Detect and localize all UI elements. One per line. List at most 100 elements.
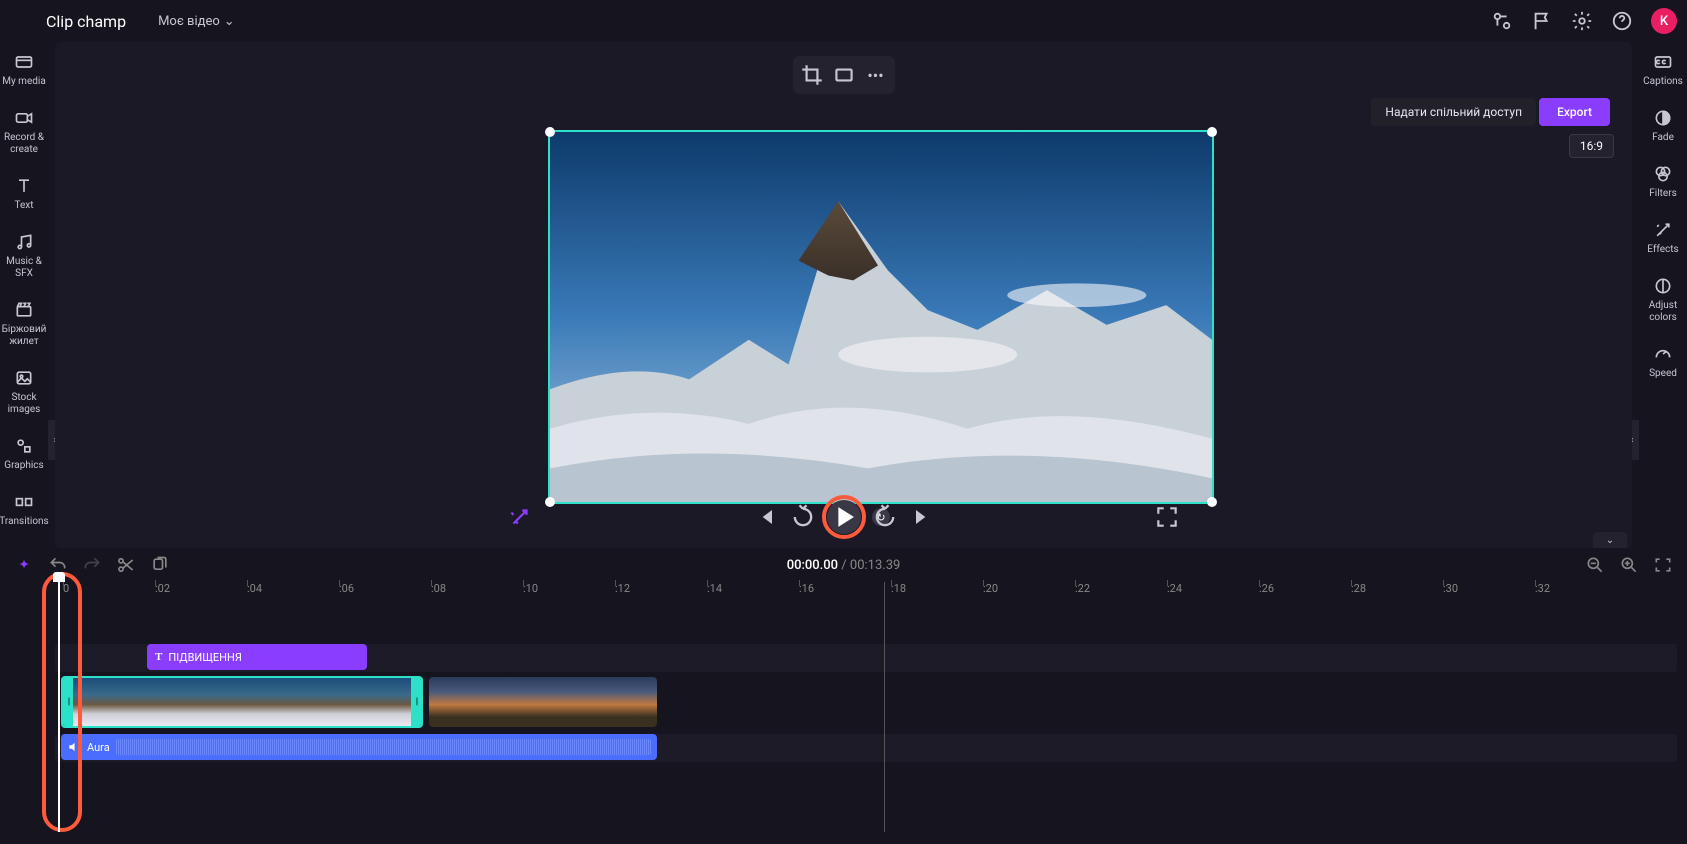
video-clip-2[interactable] (429, 677, 657, 727)
clip-trim-left[interactable]: || (63, 678, 73, 726)
media-icon (14, 52, 34, 72)
split-button[interactable] (116, 555, 136, 575)
audio-clip-label: Aura (87, 741, 110, 754)
ruler-tick: :14 (707, 582, 722, 595)
audio-clip[interactable]: Aura (61, 734, 657, 760)
header-left: Clip champ Моє відео ⌄ (10, 10, 235, 32)
text-track[interactable]: T ПІДВИЩЕННЯ (55, 644, 1677, 672)
fill-button[interactable] (831, 62, 857, 88)
aspect-ratio-button[interactable]: 16:9 (1569, 134, 1614, 158)
ruler-tick: 0 (63, 582, 69, 595)
ruler-tick: :22 (1075, 582, 1090, 595)
timeline-tracks: T ПІДВИЩЕННЯ || || Aura (55, 644, 1677, 844)
playback-controls (55, 500, 1632, 534)
timeline-toolbar-right (1585, 555, 1673, 575)
crop-button[interactable] (799, 62, 825, 88)
fit-timeline-button[interactable] (1653, 555, 1673, 575)
ruler-tick: :16 (799, 582, 814, 595)
ruler-tick: :30 (1443, 582, 1458, 595)
transitions-icon (14, 492, 34, 512)
timeline-toolbar: ✦ 00:00.00 / 00:13.39 (0, 548, 1687, 582)
video-preview[interactable] (548, 130, 1214, 504)
chevron-down-icon: ⌄ (224, 14, 235, 29)
play-highlight-ring (822, 495, 866, 539)
ruler-tick: :18 (891, 582, 906, 595)
sidebar-graphics[interactable]: Graphics (0, 430, 48, 478)
camera-icon (14, 108, 34, 128)
preview-content (550, 132, 1212, 502)
resize-handle-tl[interactable] (545, 127, 555, 137)
video-track[interactable]: || || (55, 676, 1677, 730)
sidebar-stock-images[interactable]: Stock images (0, 362, 48, 422)
sidebar-effects[interactable]: Effects (1639, 214, 1687, 262)
timeline-end-marker (884, 582, 885, 832)
speaker-icon (67, 740, 81, 754)
share-button[interactable]: Надати спільний доступ (1371, 98, 1536, 126)
app-launcher-icon[interactable] (10, 10, 32, 32)
filters-icon (1653, 164, 1673, 184)
sidebar-transitions[interactable]: Transitions (0, 486, 48, 534)
seek-back-button[interactable] (789, 503, 817, 531)
help-icon[interactable] (1611, 10, 1633, 32)
ruler-tick: :02 (155, 582, 170, 595)
clip-thumbnails (73, 678, 411, 726)
duplicate-button[interactable] (150, 555, 170, 575)
sidebar-adjust-colors[interactable]: Adjust colors (1639, 270, 1687, 330)
undo-button[interactable] (48, 555, 68, 575)
skip-start-button[interactable] (751, 503, 779, 531)
play-button[interactable] (827, 500, 861, 534)
sidebar-filters[interactable]: Filters (1639, 158, 1687, 206)
video-clip-1[interactable]: || || (61, 676, 423, 728)
ruler-tick: :04 (247, 582, 262, 595)
sidebar-stock-video[interactable]: Біржовий жилет (0, 294, 48, 354)
canvas-toolbar: ••• (793, 56, 895, 94)
clip-trim-right[interactable]: || (411, 678, 421, 726)
add-track-button[interactable]: ✦ (14, 555, 34, 575)
project-name-dropdown[interactable]: Моє відео ⌄ (158, 14, 235, 29)
header-right: K (1491, 8, 1677, 34)
timeline-ruler[interactable]: 0:02:04:06:08:10:12:14:16:18:20:22:24:26… (55, 582, 1677, 606)
text-icon (14, 176, 34, 196)
user-avatar[interactable]: K (1651, 8, 1677, 34)
sidebar-my-media[interactable]: My media (0, 46, 48, 94)
gauge-icon (1653, 344, 1673, 364)
brand-label: Clip champ (46, 12, 126, 31)
zoom-out-button[interactable] (1585, 555, 1605, 575)
ruler-tick: :12 (615, 582, 630, 595)
timeline-collapse-toggle[interactable]: ⌄ (1593, 532, 1627, 548)
sidebar-captions[interactable]: Captions (1639, 46, 1687, 94)
more-button[interactable]: ••• (863, 62, 889, 88)
skip-end-button[interactable] (909, 503, 937, 531)
music-icon (14, 232, 34, 252)
sidebar-text[interactable]: Text (0, 170, 48, 218)
ruler-tick: :26 (1259, 582, 1274, 595)
upgrade-icon[interactable] (1491, 10, 1513, 32)
seek-forward-button[interactable] (871, 503, 899, 531)
sidebar-record[interactable]: Record & create (0, 102, 48, 162)
audio-track[interactable]: Aura (55, 734, 1677, 762)
waveform (116, 739, 651, 755)
shapes-icon (14, 436, 34, 456)
left-sidebar: My media Record & create Text Music & SF… (0, 42, 48, 548)
export-button[interactable]: Export (1539, 98, 1610, 126)
project-name-text: Моє відео (158, 14, 220, 29)
ruler-tick: :10 (523, 582, 538, 595)
resize-handle-tr[interactable] (1207, 127, 1217, 137)
ruler-tick: :24 (1167, 582, 1182, 595)
image-icon (14, 368, 34, 388)
settings-icon[interactable] (1571, 10, 1593, 32)
timeline-area: ✦ 00:00.00 / 00:13.39 0:02:04:06:08:10:1… (0, 548, 1687, 832)
sidebar-fade[interactable]: Fade (1639, 102, 1687, 150)
ruler-tick: :06 (339, 582, 354, 595)
zoom-in-button[interactable] (1619, 555, 1639, 575)
sidebar-speed[interactable]: Speed (1639, 338, 1687, 386)
app-header: Clip champ Моє відео ⌄ K (0, 0, 1687, 42)
sidebar-music[interactable]: Music & SFX (0, 226, 48, 286)
canvas-area: ••• Надати спільний доступ Export 16:9 (55, 42, 1632, 548)
text-clip-label: ПІДВИЩЕННЯ (168, 651, 242, 664)
redo-button[interactable] (82, 555, 102, 575)
timeline-toolbar-left: ✦ (14, 555, 170, 575)
text-clip[interactable]: T ПІДВИЩЕННЯ (147, 644, 367, 670)
flag-icon[interactable] (1531, 10, 1553, 32)
text-type-icon: T (155, 651, 162, 663)
